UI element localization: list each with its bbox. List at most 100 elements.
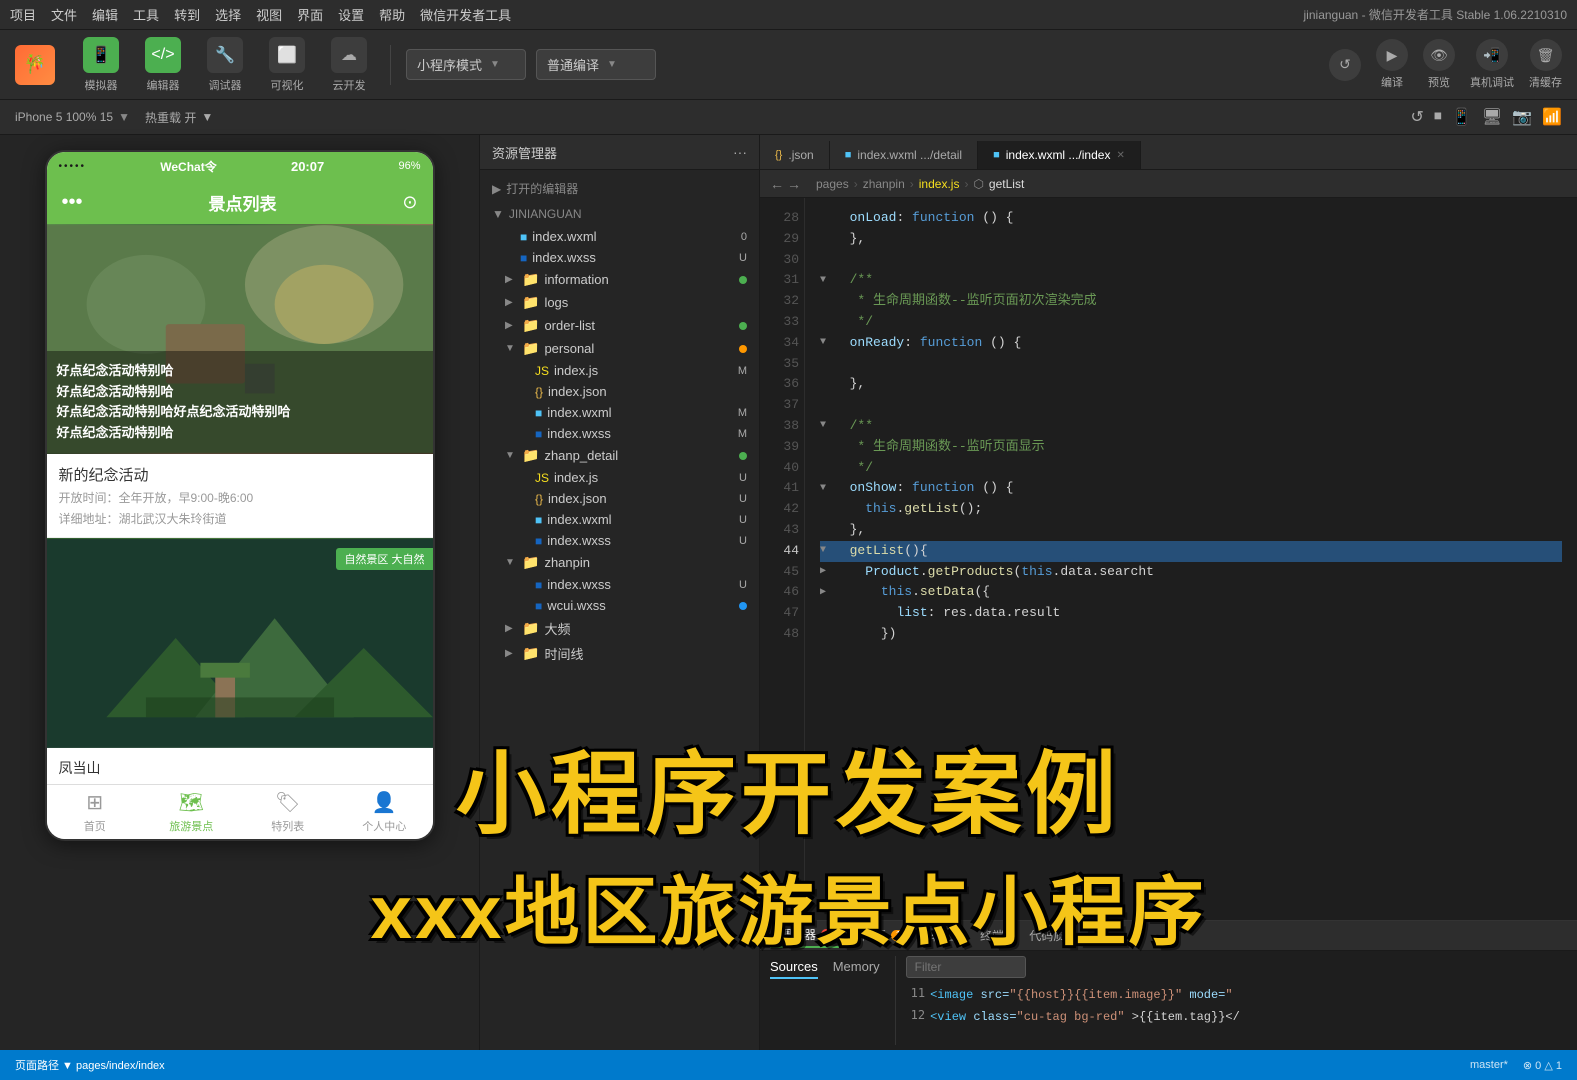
open-editors-section[interactable]: ▶ 打开的编辑器 — [480, 175, 759, 202]
tab-wxml-detail[interactable]: ■ index.wxml .../detail — [830, 141, 978, 169]
file-item[interactable]: ■ index.wxss U — [480, 574, 759, 595]
file-item[interactable]: JS index.js M — [480, 360, 759, 381]
realtest-btn[interactable]: 📲 真机调试 — [1470, 39, 1514, 90]
code-content[interactable]: onLoad: function () { }, ▼ /** — [805, 198, 1577, 920]
realtest-icon: 📲 — [1476, 39, 1508, 71]
explorer-more-icon[interactable]: ··· — [733, 144, 747, 160]
list-item-scenic-2[interactable]: 新的纪念活动 开放时间：全年开放，早9:00-晚6:00 详细地址：湖北武汉大朱… — [47, 454, 433, 538]
refresh-btn[interactable]: ↺ — [1329, 49, 1361, 81]
nav-forward-icon[interactable]: → — [787, 176, 801, 192]
phone-outline-icon[interactable]: 📱 — [1452, 107, 1472, 127]
file-item[interactable]: {} index.json U — [480, 488, 759, 509]
list-item-scenic-4[interactable]: 凤当山 开放时间：全天 详细地址：位于湖北省十堰市丹江口市武当山旅游 — [47, 748, 433, 784]
tab-scenic[interactable]: 🗺 旅游景点 — [143, 785, 240, 839]
preview-btn[interactable]: 👁 预览 — [1423, 39, 1455, 90]
menu-edit[interactable]: 编辑 — [92, 5, 118, 24]
tab-home-label: 首页 — [84, 818, 106, 834]
file-item[interactable]: ■ index.wxml U — [480, 509, 759, 530]
menu-wechat[interactable]: 微信开发者工具 — [420, 5, 511, 24]
menu-goto[interactable]: 转到 — [174, 5, 200, 24]
simulator-btn[interactable]: 📱 模拟器 — [75, 32, 127, 98]
filter-input[interactable] — [906, 956, 1026, 978]
cloud-btn[interactable]: ☁ 云开发 — [323, 32, 375, 98]
menu-tool[interactable]: 工具 — [133, 5, 159, 24]
file-item[interactable]: ■ index.wxml M — [480, 402, 759, 423]
tab-close-icon[interactable]: ✕ — [1116, 150, 1124, 161]
list-item-scenic-1[interactable]: 好点纪念活动特别哈 好点纪念活动特别哈 好点纪念活动特别哈好点纪念活动特别哈 好… — [47, 224, 433, 454]
tab-codequality[interactable]: 代码质量 — [1019, 924, 1087, 947]
compile-select[interactable]: 普通编译 ▼ — [536, 49, 656, 80]
folder-order-list[interactable]: ▶ 📁 order-list — [480, 314, 759, 337]
hot-reload-toggle[interactable]: 热重载 开 ▼ — [145, 109, 213, 126]
file-item[interactable]: JS index.js U — [480, 467, 759, 488]
mode-select[interactable]: 小程序模式 ▼ — [406, 49, 526, 80]
wxss-icon: ■ — [520, 251, 527, 265]
nav-back-icon[interactable]: ← — [770, 176, 784, 192]
dot-indicator — [739, 602, 747, 610]
nav-search-icon[interactable]: ⊙ — [402, 192, 417, 213]
compile-btn[interactable]: ▶ 编译 — [1376, 39, 1408, 90]
html-line-12: <view class="cu-tag bg-red" >{{item.tag}… — [930, 1008, 1240, 1027]
tab-debugger[interactable]: 调试器 6 — [770, 923, 847, 948]
nav-more-icon[interactable]: ••• — [62, 191, 83, 214]
menu-interface[interactable]: 界面 — [297, 5, 323, 24]
phone-status-bar: ••••• WeChat令 20:07 96% — [47, 152, 433, 180]
tab-profile[interactable]: 👤 个人中心 — [336, 785, 433, 839]
screen-icon[interactable]: 🖥 — [1482, 107, 1502, 127]
tab-json[interactable]: {} .json — [760, 141, 830, 169]
project-section[interactable]: ▼ JINIANGUAN — [480, 202, 759, 226]
wxml-icon: ■ — [520, 230, 527, 244]
refresh-secondary-icon[interactable]: ↺ — [1411, 107, 1424, 127]
folder-dapin[interactable]: ▶ 📁 大频 — [480, 616, 759, 641]
project-label: JINIANGUAN — [509, 207, 582, 221]
file-item[interactable]: ■ index.wxml 0 — [480, 226, 759, 247]
tab-home[interactable]: ⊞ 首页 — [47, 785, 144, 839]
menu-settings[interactable]: 设置 — [338, 5, 364, 24]
file-item[interactable]: ■ index.wxss U — [480, 247, 759, 268]
code-line-38: ▼ /** — [820, 416, 1562, 437]
folder-logs[interactable]: ▶ 📁 logs — [480, 291, 759, 314]
camera-icon[interactable]: 📷 — [1512, 107, 1532, 127]
file-item[interactable]: ■ index.wxss M — [480, 423, 759, 444]
file-item[interactable]: ■ index.wxss U — [480, 530, 759, 551]
file-explorer: 资源管理器 ··· ▶ 打开的编辑器 ▼ JINIANGUAN — [480, 135, 760, 1050]
folder-timeline[interactable]: ▶ 📁 时间线 — [480, 641, 759, 666]
dot-indicator — [739, 452, 747, 460]
tab-wxml-index[interactable]: ■ index.wxml .../index ✕ — [978, 141, 1141, 169]
stop-icon[interactable]: ⏹ — [1434, 108, 1442, 126]
folder-zhanp-detail[interactable]: ▼ 📁 zhanp_detail — [480, 444, 759, 467]
page-path: 页面路径 ▼ pages/index/index — [15, 1057, 165, 1073]
menu-help[interactable]: 帮助 — [379, 5, 405, 24]
devtools-memory[interactable]: Memory — [833, 956, 880, 977]
tab-problems[interactable]: 问题 1 — [852, 924, 917, 947]
menu-select[interactable]: 选择 — [215, 5, 241, 24]
tab-terminal[interactable]: 终端 — [970, 924, 1014, 947]
code-line-28: onLoad: function () { — [820, 208, 1562, 229]
simulator-icon: 📱 — [83, 37, 119, 73]
scenic-addr-2: 详细地址：湖北武汉大朱玲街道 — [59, 510, 421, 527]
code-line-46: ▶ this.setData({ — [820, 582, 1562, 603]
scenic-tag-3: 自然景区 大自然 — [336, 548, 432, 570]
file-item[interactable]: ■ wcui.wxss — [480, 595, 759, 616]
tab-output[interactable]: 输出 — [921, 924, 965, 947]
folder-information[interactable]: ▶ 📁 information — [480, 268, 759, 291]
menu-view[interactable]: 视图 — [256, 5, 282, 24]
devtools-sources[interactable]: Sources — [770, 956, 818, 979]
debugger-btn[interactable]: 🔧 调试器 — [199, 32, 251, 98]
wxss-icon: ■ — [535, 427, 542, 441]
list-item-scenic-3[interactable]: 自然景区 大自然 — [47, 538, 433, 748]
folder-personal[interactable]: ▼ 📁 personal — [480, 337, 759, 360]
menu-project[interactable]: 项目 — [10, 5, 36, 24]
explorer-title: 资源管理器 — [492, 143, 557, 162]
menu-file[interactable]: 文件 — [51, 5, 77, 24]
simulator-panel: ••••• WeChat令 20:07 96% ••• 景点列表 ⊙ — [0, 135, 480, 1050]
editor-btn[interactable]: </> 编辑器 — [137, 32, 189, 98]
tab-special[interactable]: 🏷 特列表 — [240, 785, 337, 839]
device-info[interactable]: iPhone 5 100% 15 ▼ — [15, 110, 130, 124]
visualize-btn[interactable]: ⬜ 可视化 — [261, 32, 313, 98]
file-item[interactable]: {} index.json — [480, 381, 759, 402]
wifi-icon[interactable]: 📶 — [1542, 107, 1562, 127]
wxml-detail-tab-icon: ■ — [845, 149, 852, 161]
clearcache-btn[interactable]: 🗑 清缓存 — [1529, 39, 1562, 90]
folder-zhanpin[interactable]: ▼ 📁 zhanpin — [480, 551, 759, 574]
